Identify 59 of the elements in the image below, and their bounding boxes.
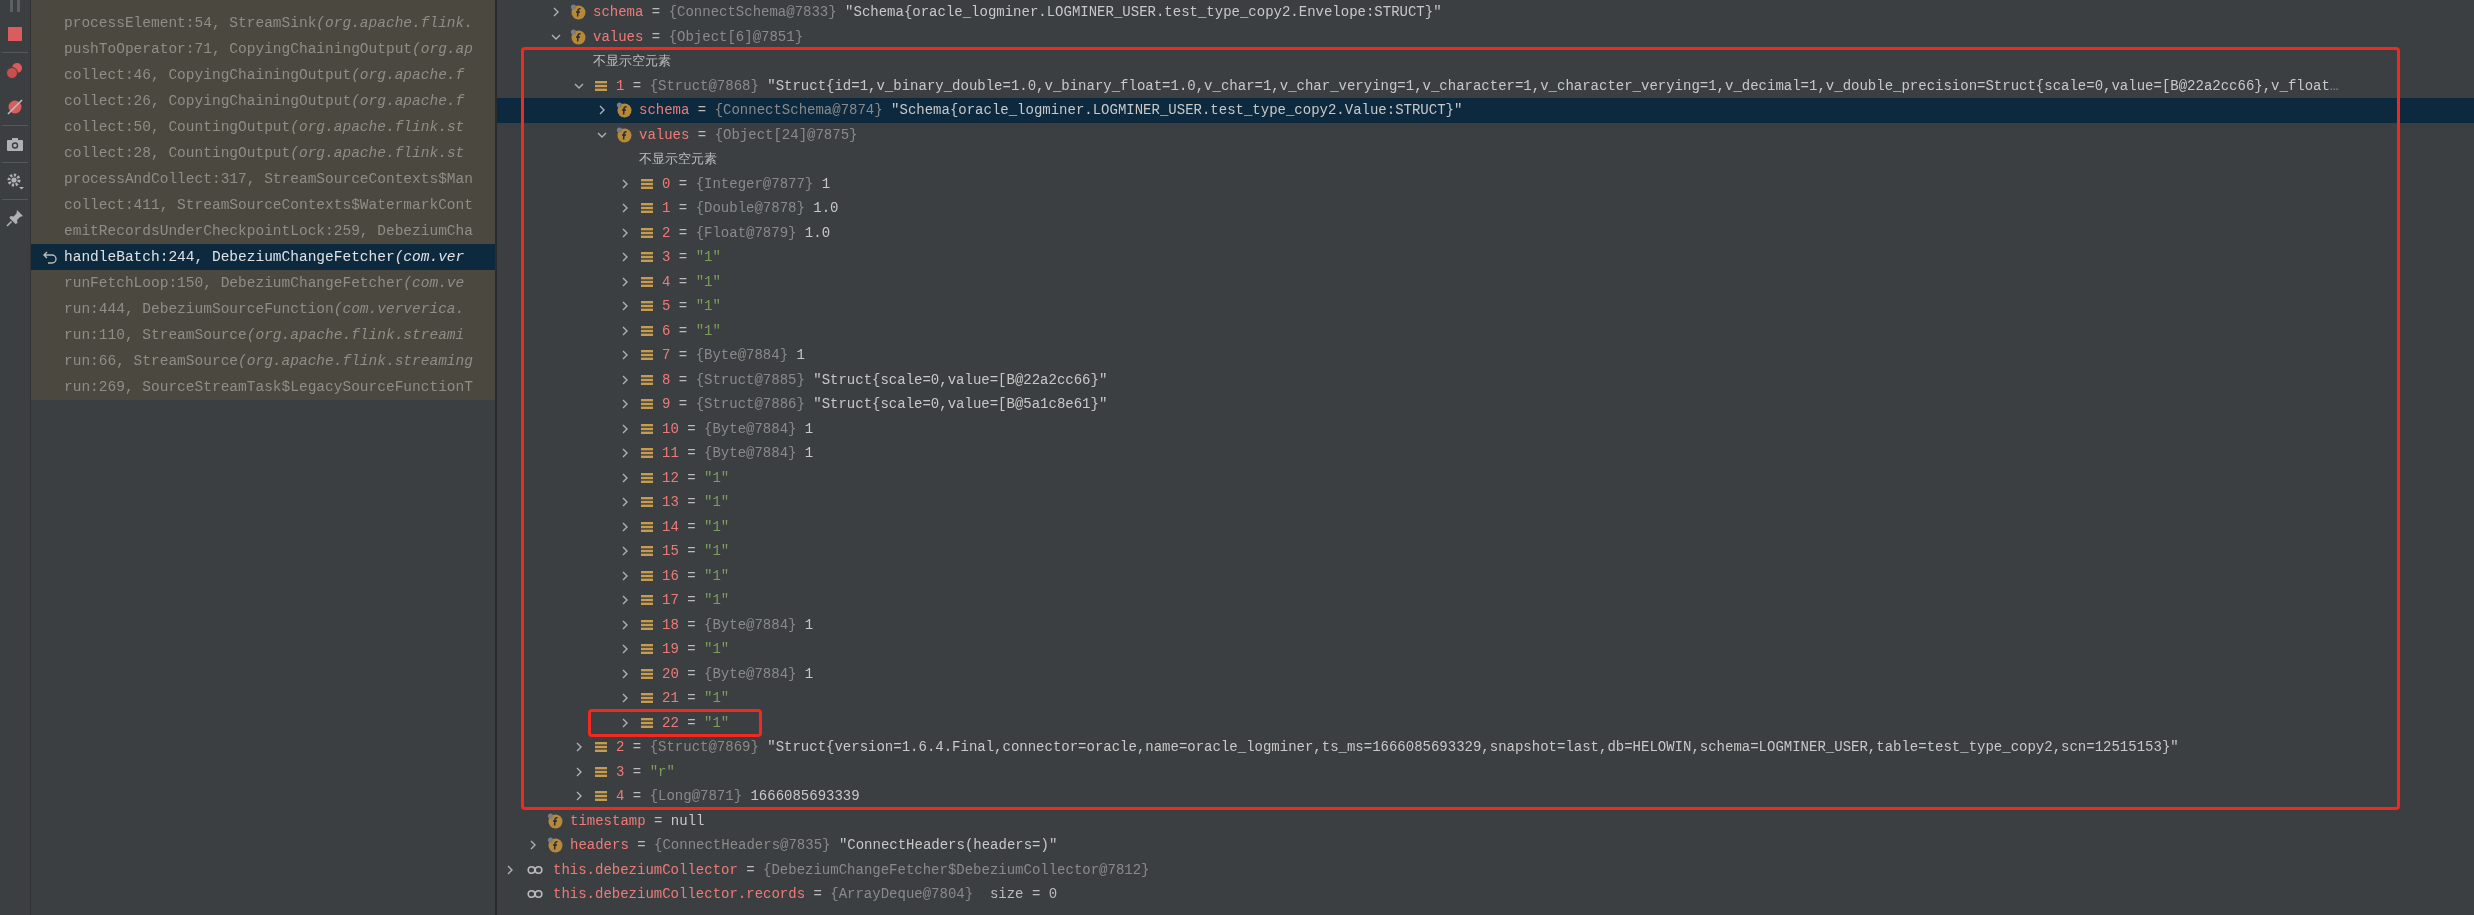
stack-frame[interactable]: run:66, StreamSource(org.apache.flink.streaming [31,348,495,374]
return-arrow-icon [42,250,58,264]
variable-row[interactable]: headers = {ConnectHeaders@7835} "ConnectHeaders(headers=)" [497,833,2474,858]
variable-row[interactable]: 21 = "1" [497,686,2474,711]
stack-frame[interactable]: collect:26, CopyingChainingOutput(org.apache.f [31,88,495,114]
variable-row[interactable]: 11 = {Byte@7884} 1 [497,441,2474,466]
variable-row[interactable]: values = {Object[24]@7875} [497,122,2474,147]
field-icon [570,28,586,45]
variable-row[interactable]: schema = {ConnectSchema@7833} "Schema{oracle_logminer.LOGMINER_USER.test_type_copy2.Envelope:STRUCT}" [497,0,2474,25]
variable-row[interactable]: 19 = "1" [497,637,2474,662]
camera-icon[interactable] [6,135,24,153]
variable-row[interactable]: 3 = "r" [497,759,2474,784]
variable-row[interactable]: 9 = {Struct@7886} "Struct{scale=0,value=[B@5a1c8e61}" [497,392,2474,417]
variable-row[interactable]: 7 = {Byte@7884} 1 [497,343,2474,368]
variable-row[interactable]: 4 = "1" [497,269,2474,294]
stack-frame[interactable]: runFetchLoop:150, DebeziumChangeFetcher(com.ve [31,270,495,296]
variable-row[interactable]: this.debeziumCollector.records = {ArrayDeque@7804} size = 0 [497,882,2474,907]
variable-row[interactable]: 6 = "1" [497,318,2474,343]
mute-breakpoints-icon[interactable] [6,98,24,116]
field-icon [547,812,563,829]
stack-frame[interactable]: processAndCollect:317, StreamSourceContexts$Man [31,166,495,192]
variable-row[interactable]: 10 = {Byte@7884} 1 [497,416,2474,441]
field-icon [547,837,563,854]
stack-frame[interactable]: collect:46, CopyingChainingOutput(org.apache.f [31,62,495,88]
variable-row[interactable]: 12 = "1" [497,465,2474,490]
stack-frame[interactable]: emitRecordsUnderCheckpointLock:259, DebeziumCha [31,218,495,244]
variable-row[interactable]: 3 = "1" [497,245,2474,270]
variable-row[interactable]: 18 = {Byte@7884} 1 [497,612,2474,637]
variable-row[interactable]: values = {Object[6]@7851} [497,24,2474,49]
variable-row[interactable]: 15 = "1" [497,539,2474,564]
breakpoints-icon[interactable] [6,62,24,80]
pin-icon[interactable] [6,209,24,227]
variable-row[interactable]: 1 = {Double@7878} 1.0 [497,196,2474,221]
stop-icon[interactable] [6,25,24,43]
variable-row[interactable]: 1 = {Struct@7868} "Struct{id=1,v_binary_double=1.0,v_binary_float=1.0,v_char=1,v_char_verying=1,v_character=1,v_character_verying=1,v_decimal=1,v_double_precision=Struct{scale=0,value=[B@22a2cc66},v_float… [497,73,2474,98]
variable-row[interactable]: 2 = {Float@7879} 1.0 [497,220,2474,245]
variable-row[interactable]: timestamp = null [497,808,2474,833]
variable-row[interactable]: 13 = "1" [497,490,2474,515]
hint-text: 不显示空元素 [639,150,717,169]
variable-row[interactable]: 14 = "1" [497,514,2474,539]
variable-row[interactable]: 5 = "1" [497,294,2474,319]
variable-row[interactable]: 22 = "1" [497,710,2474,735]
field-icon [616,126,632,143]
variable-row[interactable]: 17 = "1" [497,588,2474,613]
variable-row[interactable]: 20 = {Byte@7884} 1 [497,661,2474,686]
hint-text: 不显示空元素 [593,52,671,71]
settings-icon[interactable] [6,172,24,190]
variable-row[interactable]: 2 = {Struct@7869} "Struct{version=1.6.4.Final,connector=oracle,name=oracle_logminer,ts_ms=1666085693329,snapshot=last,db=HELOWIN,schema=LOGMINER_USER,table=test_type_copy2,scn=12515153}" [497,735,2474,760]
field-icon [570,4,586,21]
stack-frame[interactable]: pushToOperator:71, CopyingChainingOutput(org.ap [31,36,495,62]
stack-frame[interactable]: processElement:54, StreamSink(org.apache.flink. [31,10,495,36]
variable-row[interactable]: schema = {ConnectSchema@7874} "Schema{oracle_logminer.LOGMINER_USER.test_type_copy2.Value:STRUCT}" [497,98,2474,123]
stack-frame[interactable]: handleBatch:244, DebeziumChangeFetcher(com.ver [31,244,495,270]
variable-row[interactable]: this.debeziumCollector = {DebeziumChangeFetcher$DebeziumCollector@7812} [497,857,2474,882]
variable-row[interactable]: 4 = {Long@7871} 1666085693339 [497,784,2474,809]
variable-row[interactable]: 8 = {Struct@7885} "Struct{scale=0,value=[B@22a2cc66}" [497,367,2474,392]
variable-row[interactable]: 0 = {Integer@7877} 1 [497,171,2474,196]
field-icon [616,102,632,119]
variable-row[interactable]: 16 = "1" [497,563,2474,588]
